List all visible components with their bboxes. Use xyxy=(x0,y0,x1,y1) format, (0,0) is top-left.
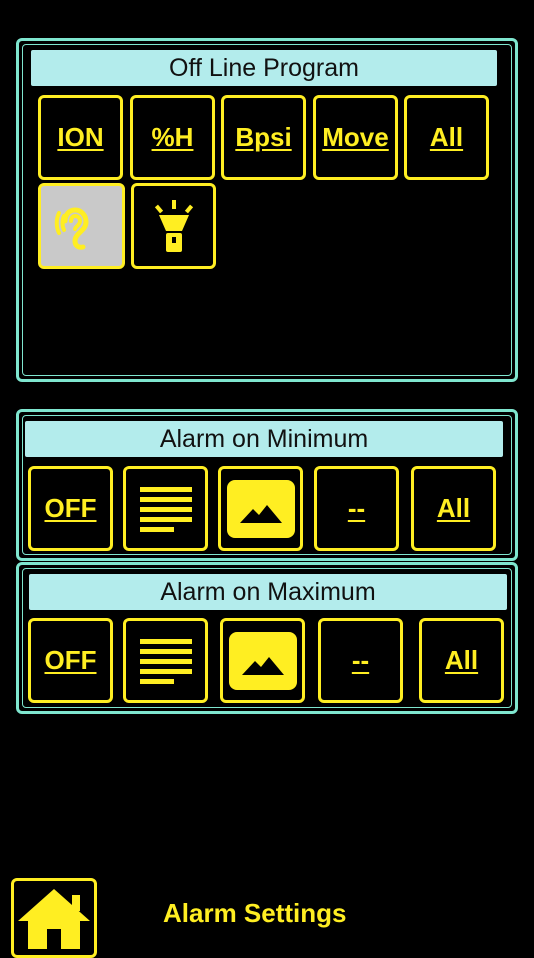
mountain-image-icon xyxy=(226,479,295,538)
flashlight-icon xyxy=(154,200,193,252)
flashlight-button[interactable] xyxy=(131,183,216,269)
ear-button[interactable] xyxy=(38,183,125,269)
alarm-max-title: Alarm on Maximum xyxy=(29,574,507,610)
alarm-max-off-button[interactable]: OFF xyxy=(28,618,113,703)
alarm-max-all-button[interactable]: All xyxy=(419,618,504,703)
alarm-max-list-button[interactable] xyxy=(123,618,208,703)
bpsi-button[interactable]: Bpsi xyxy=(221,95,306,180)
alarm-min-image-button[interactable] xyxy=(218,466,303,551)
mountain-image-icon xyxy=(228,631,297,690)
alarm-min-list-button[interactable] xyxy=(123,466,208,551)
move-button[interactable]: Move xyxy=(313,95,398,180)
alarm-min-off-button[interactable]: OFF xyxy=(28,466,113,551)
humidity-button[interactable]: %H xyxy=(130,95,215,180)
alarm-min-title: Alarm on Minimum xyxy=(25,421,503,457)
screen-title: Alarm Settings xyxy=(163,898,347,928)
all-button[interactable]: All xyxy=(404,95,489,180)
ear-icon xyxy=(54,207,89,250)
home-icon xyxy=(18,889,90,949)
ion-button[interactable]: ION xyxy=(38,95,123,180)
alarm-max-dash-button[interactable]: -- xyxy=(318,618,403,703)
list-lines-icon xyxy=(139,638,192,684)
alarm-max-image-button[interactable] xyxy=(220,618,305,703)
offline-program-title: Off Line Program xyxy=(31,50,497,86)
alarm-min-dash-button[interactable]: -- xyxy=(314,466,399,551)
home-button[interactable] xyxy=(11,878,97,958)
alarm-min-all-button[interactable]: All xyxy=(411,466,496,551)
list-lines-icon xyxy=(139,486,192,532)
